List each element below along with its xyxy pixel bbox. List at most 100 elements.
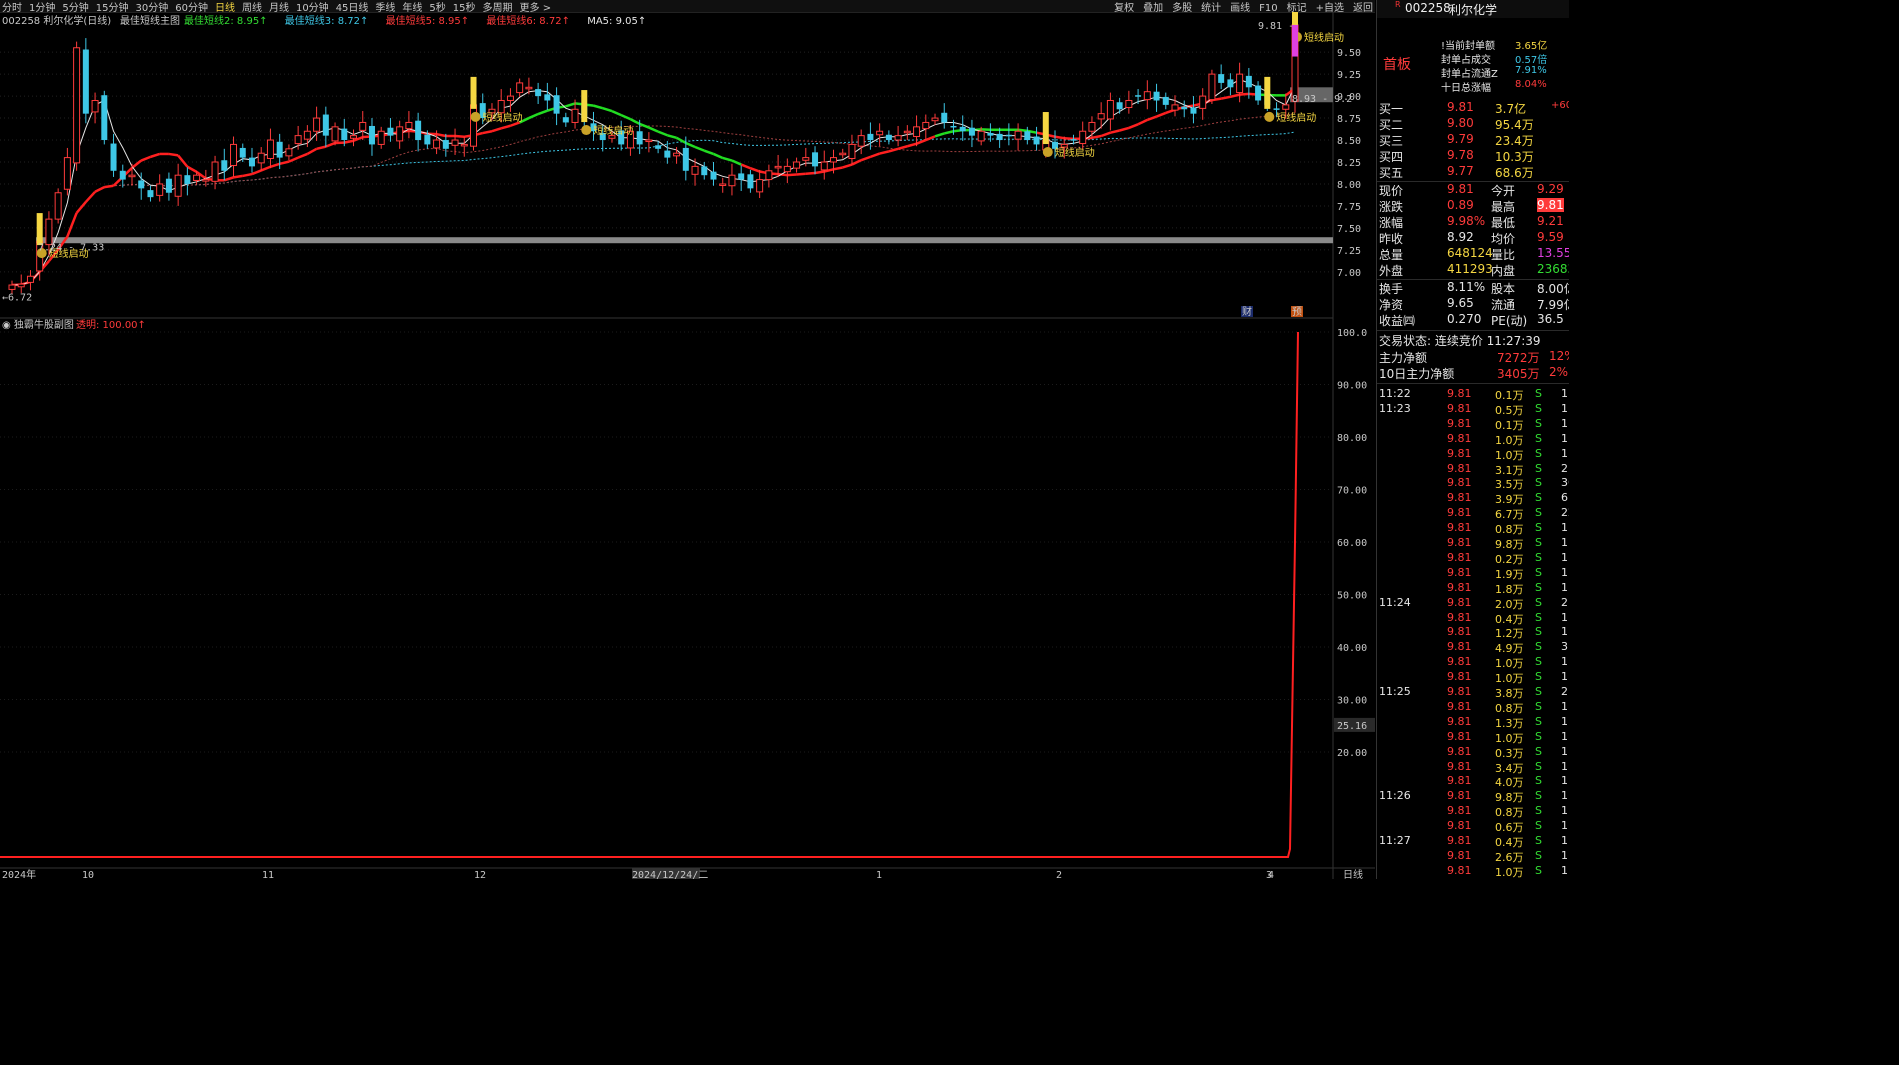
yu-marker: 预: [1292, 306, 1302, 318]
candle-body-128: [1190, 107, 1197, 114]
trend-seg-114: [1054, 135, 1065, 140]
candle-body-89: [829, 157, 837, 163]
price-tick-9: 7.25: [1337, 246, 1361, 257]
stat-value-2: 9.59: [1537, 230, 1564, 244]
candle-body-60: [562, 117, 569, 123]
bid-row-1[interactable]: 买二 9.80 95.4万: [1377, 116, 1569, 132]
candle-body-97: [903, 130, 911, 134]
x-label-1: 10: [82, 870, 94, 879]
tick-count: 1: [1561, 401, 1568, 415]
trend-seg-19: [177, 154, 189, 168]
candle-body-6: [63, 157, 71, 190]
tick-price: 9.81: [1447, 550, 1472, 564]
trend-seg-85: [787, 173, 797, 177]
sub-chart-name: ◉ 独霸牛股副图: [2, 318, 74, 331]
candle-body-4: [45, 218, 53, 246]
sub-cursor-value: 25.16: [1337, 721, 1367, 732]
tick-price: 9.81: [1447, 536, 1472, 549]
candle-body-17: [165, 178, 172, 193]
candle-body-8: [82, 49, 89, 114]
tick-time: 11:24: [1379, 595, 1411, 609]
tick-side: S: [1535, 863, 1542, 877]
candle-body-21: [202, 179, 210, 182]
trend-seg-57: [528, 112, 539, 120]
candle-body-39: [368, 125, 375, 145]
x-label-5: 1: [876, 870, 882, 879]
candle-body-122: [1135, 95, 1142, 97]
bid-row-0[interactable]: 买一 9.81 3.7亿 +60: [1377, 100, 1569, 116]
trend-seg-115: [1064, 136, 1074, 141]
tick-side: S: [1535, 699, 1542, 713]
candle-body-49: [460, 143, 468, 147]
seal-value: 0.57倍: [1515, 55, 1548, 66]
candle-body-84: [783, 165, 791, 173]
tick-price: 9.81: [1447, 655, 1472, 669]
bid-row-2[interactable]: 买三 9.79 23.4万: [1377, 132, 1569, 148]
candle-body-88: [820, 161, 828, 171]
bid-row-3[interactable]: 买四 9.78 10.3万: [1377, 148, 1569, 164]
bid-row-4[interactable]: 买五 9.77 68.6万: [1377, 164, 1569, 180]
trend-seg-29: [270, 162, 281, 168]
trend-seg-11: [104, 184, 114, 189]
price-tick-0: 9.50: [1337, 48, 1361, 59]
tick-row-9: 9.81 0.8万 S 1: [1377, 521, 1569, 536]
candle-body-81: [756, 179, 764, 193]
tick-price: 9.81: [1447, 625, 1472, 639]
candle-body-7: [73, 47, 81, 164]
high-marker: 9.81 -: [1258, 21, 1294, 32]
kline-chart[interactable]: 短线启动短线启动短线启动短线启动短线启动短线启动←6.727.24 - 7.33…: [0, 12, 1375, 879]
tick-volume: 1.0万: [1495, 657, 1524, 671]
candle-body-36: [341, 128, 348, 141]
trend-seg-67: [620, 113, 631, 121]
candle-body-73: [682, 147, 689, 171]
tick-volume: 3.5万: [1495, 478, 1524, 492]
tick-price: 9.81: [1447, 819, 1472, 833]
candle-body-19: [184, 175, 191, 184]
trend-seg-37: [344, 139, 354, 144]
candle-body-12: [119, 170, 126, 180]
tick-count: 1: [1561, 521, 1568, 535]
candle-body-45: [424, 134, 431, 145]
tick-row-10: 9.81 9.8万 S 1: [1377, 536, 1569, 551]
candle-body-32: [303, 130, 311, 140]
tick-row-1: 11:23 9.81 0.5万 S 1: [1377, 402, 1569, 417]
tick-side: S: [1535, 431, 1542, 445]
sub-tick-7: 30.00: [1337, 696, 1367, 707]
price-tick-3: 8.75: [1337, 114, 1361, 125]
flow-label: 主力净额: [1379, 351, 1428, 365]
trend-seg-35: [325, 141, 336, 148]
candle-body-106: [987, 133, 994, 136]
candle-body-98: [913, 126, 921, 138]
candle-body-46: [433, 139, 441, 149]
tick-count: 2: [1561, 461, 1568, 475]
candle-body-101: [941, 112, 948, 123]
tick-side: S: [1535, 804, 1542, 818]
tick-side: S: [1535, 536, 1542, 549]
stat-row-8: 收益㈣ 0.270 PE(动) 36.5: [1377, 312, 1569, 328]
candle-body-57: [535, 89, 542, 97]
trend-seg-99: [916, 138, 927, 145]
stat-label-1: 涨幅: [1379, 216, 1404, 230]
tick-side: S: [1535, 640, 1542, 654]
tick-count: 1: [1561, 431, 1568, 445]
candle-body-96: [894, 135, 902, 141]
x-label-8: 4: [1268, 870, 1274, 879]
flow-value: 3405万: [1497, 367, 1540, 381]
tick-side: S: [1535, 670, 1542, 684]
tick-side: S: [1535, 521, 1542, 535]
seal-row-3: 十日总涨幅 8.04%: [1377, 79, 1569, 94]
candle-body-55: [516, 82, 524, 94]
ma-long-line: [11, 131, 1296, 286]
trend-seg-75: [694, 145, 705, 152]
sub-chart-item: 透明: 100.00↑: [76, 319, 146, 331]
tick-row-14: 11:24 9.81 2.0万 S 2: [1377, 596, 1569, 611]
ma-mid-line: [11, 112, 1296, 286]
tick-count: 1: [1561, 550, 1568, 564]
candle-body-105: [977, 130, 985, 142]
trend-seg-28: [260, 165, 271, 172]
candle-body-38: [359, 121, 367, 131]
tick-volume: 1.0万: [1495, 433, 1524, 447]
tick-count: 1: [1561, 565, 1568, 579]
candle-body-59: [553, 95, 560, 114]
candle-body-94: [876, 130, 884, 136]
